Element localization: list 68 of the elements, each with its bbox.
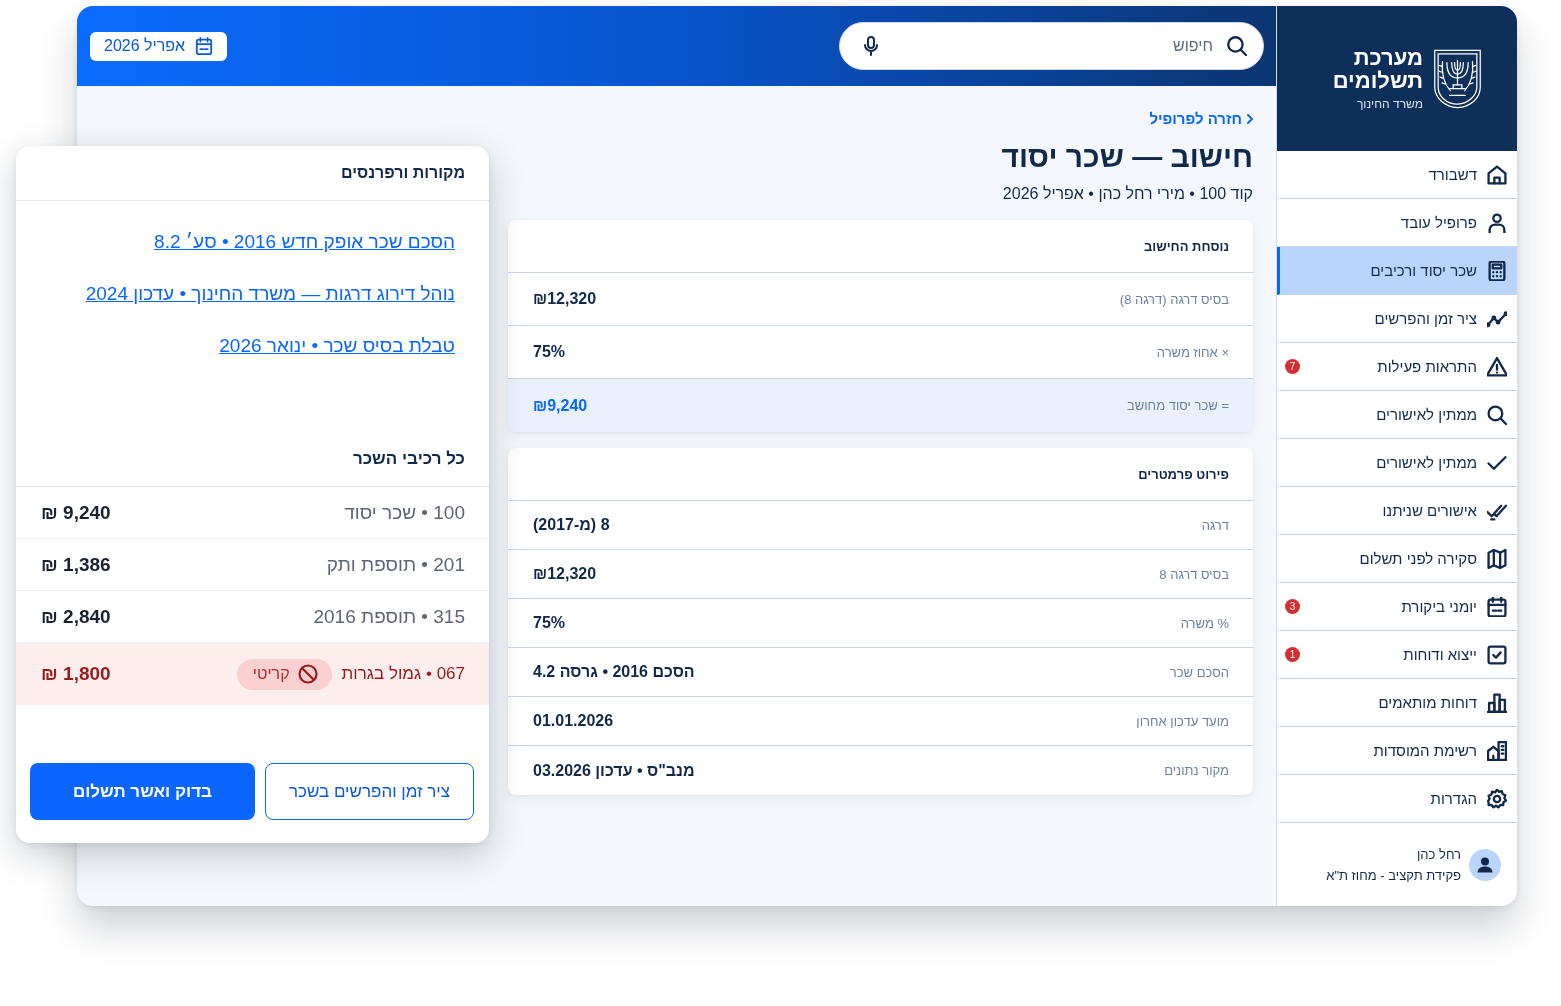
- search-icon: [1487, 404, 1507, 425]
- section-title: כל רכיבי השכר: [352, 449, 465, 468]
- row-value: ₪9,240: [533, 396, 588, 415]
- checkbox-icon: [1487, 644, 1507, 665]
- row-value: 8 (מ-2017): [533, 516, 610, 534]
- row-value: 75%: [533, 343, 566, 361]
- reference-link[interactable]: טבלת בסיס שכר • ינואר 2026: [219, 334, 455, 358]
- row-value: 01.01.2026: [533, 712, 614, 730]
- nav-item[interactable]: שכר יסוד ורכיבים: [1277, 247, 1517, 295]
- component-label: 067 • גמול בגרות: [341, 664, 465, 684]
- person-icon: [1487, 212, 1507, 233]
- row-value: ₪12,320: [533, 565, 597, 583]
- avatar-icon: [1469, 848, 1501, 881]
- back-link[interactable]: חזרה לפרופיל: [1149, 109, 1253, 129]
- component-amount: ₪ 2,840: [41, 605, 111, 628]
- bar-chart-icon: [1487, 692, 1507, 713]
- app-title: מערכת תשלומים: [1332, 46, 1423, 92]
- search-icon: [1227, 36, 1247, 56]
- component-label: 315 • תוספת 2016: [313, 605, 465, 628]
- building-icon: [1487, 740, 1507, 761]
- row-label: מקור נתונים: [1164, 763, 1229, 778]
- component-amount: ₪ 9,240: [41, 501, 111, 524]
- panel-title: מקורות ורפרנסים: [340, 164, 465, 182]
- trend-line-icon: [1487, 308, 1507, 329]
- calendar-icon: [195, 37, 214, 55]
- notification-count: 3: [1285, 599, 1300, 614]
- component-label: 100 • שכר יסוד: [344, 501, 465, 524]
- ban-icon: [297, 664, 318, 684]
- user-role: פקידת תקציב - מחוז ת"א: [1326, 867, 1461, 883]
- component-label: 201 • תוספת ותק: [326, 553, 465, 576]
- emblem-icon: [1433, 48, 1482, 109]
- reference-link[interactable]: נוהל דירוג דרגות — משרד החינוך • עדכון 2024: [85, 282, 455, 306]
- reference-link[interactable]: הסכם שכר אופק חדש 2016 • סע׳ 8.2: [154, 230, 455, 254]
- user-name: רחל כהן: [1416, 846, 1461, 862]
- row-value: 75%: [533, 614, 566, 632]
- chevron-icon: [1247, 114, 1253, 124]
- search-field[interactable]: חיפוש: [839, 22, 1264, 70]
- row-label: = שכר יסוד מחושב: [1126, 398, 1229, 413]
- map-icon: [1487, 548, 1507, 569]
- warning-icon: [1487, 356, 1507, 377]
- approve-button[interactable]: בדוק ואשר תשלום: [30, 763, 255, 820]
- notification-count: 7: [1285, 359, 1300, 374]
- microphone-icon[interactable]: [863, 36, 879, 56]
- settings-icon: [1487, 788, 1507, 809]
- row-label: דרגה: [1201, 517, 1229, 533]
- card-title: נוסחת החישוב: [1143, 238, 1229, 254]
- timeline-button[interactable]: ציר זמן והפרשים בשכר: [265, 763, 474, 820]
- row-label: × אחוז משרה: [1156, 344, 1229, 360]
- row-value: ₪12,320: [533, 290, 597, 308]
- calendar-icon: [1487, 596, 1507, 617]
- row-label: מועד עדכון אחרון: [1136, 713, 1229, 729]
- row-value: הסכם 2016 • גרסה 4.2: [533, 663, 695, 681]
- notification-count: 1: [1285, 647, 1300, 662]
- card-title: פירוט פרמטרים: [1138, 466, 1229, 482]
- component-amount: ₪ 1,386: [41, 553, 111, 576]
- calculator-icon: [1487, 260, 1507, 281]
- page-title: חישוב — שכר יסוד: [1001, 139, 1253, 175]
- row-label: בסיס דרגה (דרגה 8): [1119, 291, 1229, 307]
- date-button[interactable]: אפריל 2026: [90, 31, 228, 61]
- component-amount: ₪ 1,800: [41, 663, 111, 685]
- row-label: הסכם שכר: [1169, 664, 1229, 680]
- app-subtitle: משרד החינוך: [1356, 97, 1423, 111]
- row-value: מנב"ס • עדכון 03.2026: [533, 761, 695, 780]
- tag-label: קריטי: [252, 665, 290, 683]
- page-subtitle: קוד 100 • מירי רחל כהן • אפריל 2026: [1002, 184, 1253, 204]
- home-icon: [1487, 164, 1507, 185]
- row-label: בסיס דרגה 8: [1159, 566, 1229, 582]
- row-label: % משרה: [1180, 615, 1229, 631]
